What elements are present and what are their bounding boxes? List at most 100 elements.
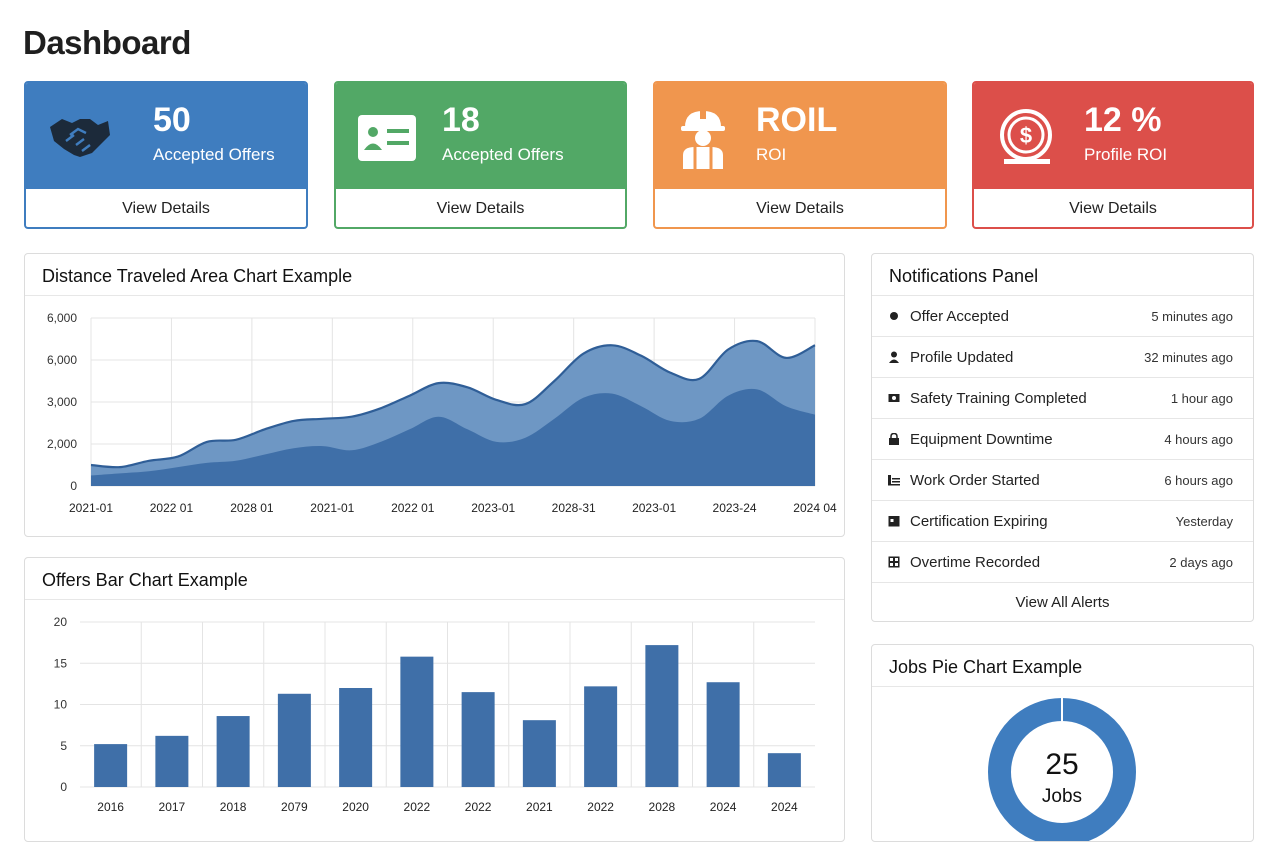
stat-value: 50	[153, 101, 191, 139]
stat-card-header: 50 Accepted Offers	[26, 83, 306, 189]
user-icon	[888, 351, 900, 363]
dollar-coin-icon: $	[1000, 109, 1052, 164]
view-details-link[interactable]: View Details	[336, 189, 625, 227]
bar	[645, 645, 679, 787]
lock-icon	[888, 433, 900, 445]
certificate-icon	[888, 392, 900, 404]
pie-chart-panel: Jobs Pie Chart Example 25 Jobs	[871, 644, 1254, 842]
notification-row[interactable]: Overtime Recorded 2 days ago	[872, 541, 1253, 582]
panel-title: Offers Bar Chart Example	[42, 570, 248, 590]
area-chart: 6,000 6,000 3,000 2,000 0 2021-01 2022 01 2028 …	[47, 311, 837, 515]
notification-row[interactable]: Certification Expiring Yesterday	[872, 500, 1253, 541]
notification-text: Certification Expiring	[910, 512, 1048, 530]
stat-card-accepted-offers: 50 Accepted Offers View Details	[24, 81, 308, 229]
notification-text: Overtime Recorded	[910, 553, 1041, 571]
bar	[522, 720, 556, 787]
stat-label: Profile ROI	[1084, 145, 1168, 164]
stat-card-header: 18 Accepted Offers	[336, 83, 625, 189]
notification-text: Equipment Downtime	[910, 430, 1053, 448]
x-tick-label: 2023-24	[713, 501, 757, 515]
notification-text: Safety Training Completed	[910, 389, 1087, 407]
bar	[277, 693, 311, 787]
view-details-link[interactable]: View Details	[974, 189, 1252, 227]
calendar-icon	[888, 515, 900, 527]
y-tick-label: 20	[54, 615, 68, 629]
y-tick-label: 3,000	[47, 395, 77, 409]
notification-time: 4 hours ago	[1164, 431, 1233, 447]
panel-title: Notifications Panel	[889, 266, 1039, 286]
bar-chart-panel: Offers Bar Chart Example 0 5 10 15 20 2016 201…	[24, 557, 845, 842]
stat-label: ROI	[756, 145, 787, 164]
id-card-icon	[358, 115, 416, 161]
grid-icon	[888, 556, 900, 568]
y-tick-label: 15	[54, 656, 68, 670]
y-tick-label: 2,000	[47, 437, 77, 451]
x-tick-label: 2022 01	[150, 501, 194, 515]
x-tick-label: 2023-01	[471, 501, 515, 515]
x-tick-label: 2021	[526, 800, 553, 814]
notification-row[interactable]: Offer Accepted 5 minutes ago	[872, 295, 1253, 336]
x-tick-label: 2024	[771, 800, 798, 814]
pie-center-label: Jobs	[1042, 786, 1082, 807]
bar	[155, 735, 189, 787]
notification-time: 2 days ago	[1169, 554, 1233, 570]
panel-title: Jobs Pie Chart Example	[889, 657, 1083, 677]
bar	[216, 716, 250, 787]
x-tick-label: 2023-01	[632, 501, 676, 515]
stat-label: Accepted Offers	[442, 145, 564, 164]
bar	[461, 692, 495, 787]
bar-chart: 0 5 10 15 20 2016 2017 2018 2079 2020 2022 2022 2021…	[54, 615, 815, 814]
bar	[767, 753, 801, 787]
dot-icon	[888, 310, 900, 322]
x-tick-label: 2016	[97, 800, 124, 814]
y-tick-label: 6,000	[47, 311, 77, 325]
notification-time: 32 minutes ago	[1144, 349, 1233, 365]
notification-text: Offer Accepted	[910, 307, 1009, 325]
view-all-alerts-link[interactable]: View All Alerts	[872, 582, 1253, 622]
stat-value: 18	[442, 101, 480, 139]
stat-card-accepted-offers-2: 18 Accepted Offers View Details	[334, 81, 627, 229]
x-tick-label: 2024 04	[793, 501, 837, 515]
x-tick-label: 2022 01	[391, 501, 435, 515]
y-tick-label: 10	[54, 698, 68, 712]
handshake-icon	[50, 119, 110, 157]
pie-chart: 25 Jobs	[988, 698, 1136, 841]
stat-label: Accepted Offers	[153, 145, 275, 164]
stat-card-profile-roi: $ 12 % Profile ROI View Details	[972, 81, 1254, 229]
stat-value: 12 %	[1084, 101, 1162, 139]
notification-time: 1 hour ago	[1170, 390, 1233, 406]
x-tick-label: 2028 01	[230, 501, 274, 515]
x-tick-label: 2022	[587, 800, 614, 814]
notification-row[interactable]: Profile Updated 32 minutes ago	[872, 336, 1253, 377]
notification-time: 5 minutes ago	[1151, 308, 1233, 324]
svg-text:$: $	[1020, 123, 1032, 148]
bar	[706, 682, 740, 787]
stat-card-roi: ROIL ROI View Details	[653, 81, 947, 229]
notification-row[interactable]: Equipment Downtime 4 hours ago	[872, 418, 1253, 459]
pie-center-value: 25	[1045, 748, 1078, 781]
notification-row[interactable]: Safety Training Completed 1 hour ago	[872, 377, 1253, 418]
x-tick-label: 2021-01	[69, 501, 113, 515]
x-tick-label: 2018	[220, 800, 247, 814]
x-tick-label: 2020	[342, 800, 369, 814]
bar	[94, 744, 128, 787]
x-tick-label: 2079	[281, 800, 308, 814]
bar	[339, 688, 373, 787]
notification-time: 6 hours ago	[1164, 472, 1233, 488]
x-tick-label: 2017	[159, 800, 186, 814]
y-tick-label: 0	[60, 780, 67, 794]
x-tick-label: 2024	[710, 800, 737, 814]
area-chart-panel: Distance Traveled Area Chart Example 6,0…	[24, 253, 845, 537]
notification-time: Yesterday	[1175, 513, 1233, 529]
page-title: Dashboard	[23, 24, 191, 61]
hard-hat-worker-icon	[681, 109, 725, 169]
stat-card-header: $ 12 % Profile ROI	[974, 83, 1252, 189]
notification-row[interactable]: Work Order Started 6 hours ago	[872, 459, 1253, 500]
x-tick-label: 2022	[404, 800, 431, 814]
view-details-link[interactable]: View Details	[26, 189, 306, 227]
view-details-link[interactable]: View Details	[655, 189, 945, 227]
y-tick-label: 5	[60, 739, 67, 753]
notification-text: Profile Updated	[910, 348, 1014, 366]
bar	[584, 686, 618, 787]
x-tick-label: 2028	[649, 800, 676, 814]
